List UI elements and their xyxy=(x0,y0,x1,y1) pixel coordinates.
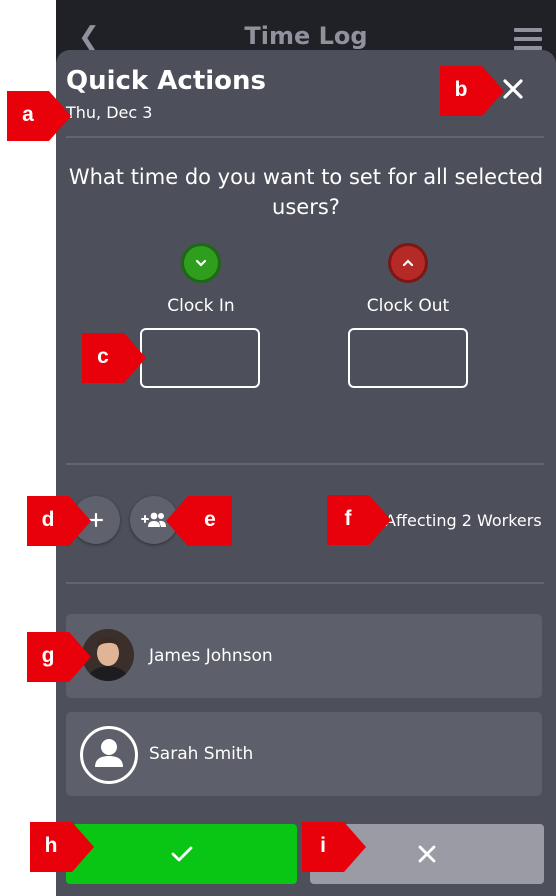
affecting-workers-count: Affecting 2 Workers xyxy=(385,511,542,530)
clock-out-column: Clock Out xyxy=(343,246,473,316)
clock-in-label: Clock In xyxy=(167,296,235,316)
callout-g: g xyxy=(27,632,95,682)
callout-a: a xyxy=(7,91,75,141)
time-question: What time do you want to set for all sel… xyxy=(68,165,544,219)
chevron-down-icon xyxy=(184,246,218,280)
callout-h: h xyxy=(30,822,98,872)
divider xyxy=(66,463,544,465)
check-icon xyxy=(171,846,192,862)
sheet-title: Quick Actions xyxy=(66,66,267,96)
callout-c: c xyxy=(82,333,150,383)
sheet-date: Thu, Dec 3 xyxy=(66,103,153,122)
callout-e: e xyxy=(164,496,232,546)
clock-in-time-input[interactable] xyxy=(140,328,260,388)
divider xyxy=(66,136,544,138)
quick-actions-sheet: Quick Actions Thu, Dec 3 What time do yo… xyxy=(56,50,556,896)
callout-d: d xyxy=(27,496,95,546)
callout-b: b xyxy=(440,66,508,116)
worker-card[interactable]: James Johnson xyxy=(66,614,542,698)
worker-name: Sarah Smith xyxy=(149,744,254,764)
clock-in-column: Clock In xyxy=(136,246,266,316)
time-log-title: Time Log xyxy=(244,22,368,50)
callout-f: f xyxy=(327,495,395,545)
close-icon xyxy=(418,845,436,863)
worker-card[interactable]: Sarah Smith xyxy=(66,712,542,796)
chevron-up-icon xyxy=(391,246,425,280)
callout-i: i xyxy=(302,822,370,872)
confirm-button[interactable] xyxy=(66,824,297,884)
clock-out-label: Clock Out xyxy=(366,296,450,316)
worker-name: James Johnson xyxy=(149,646,273,666)
placeholder-user-icon xyxy=(80,726,138,784)
phone-screen: ❮ Time Log Quick Actions Thu, Dec 3 What… xyxy=(56,0,556,896)
divider xyxy=(66,582,544,584)
clock-out-time-input[interactable] xyxy=(348,328,468,388)
